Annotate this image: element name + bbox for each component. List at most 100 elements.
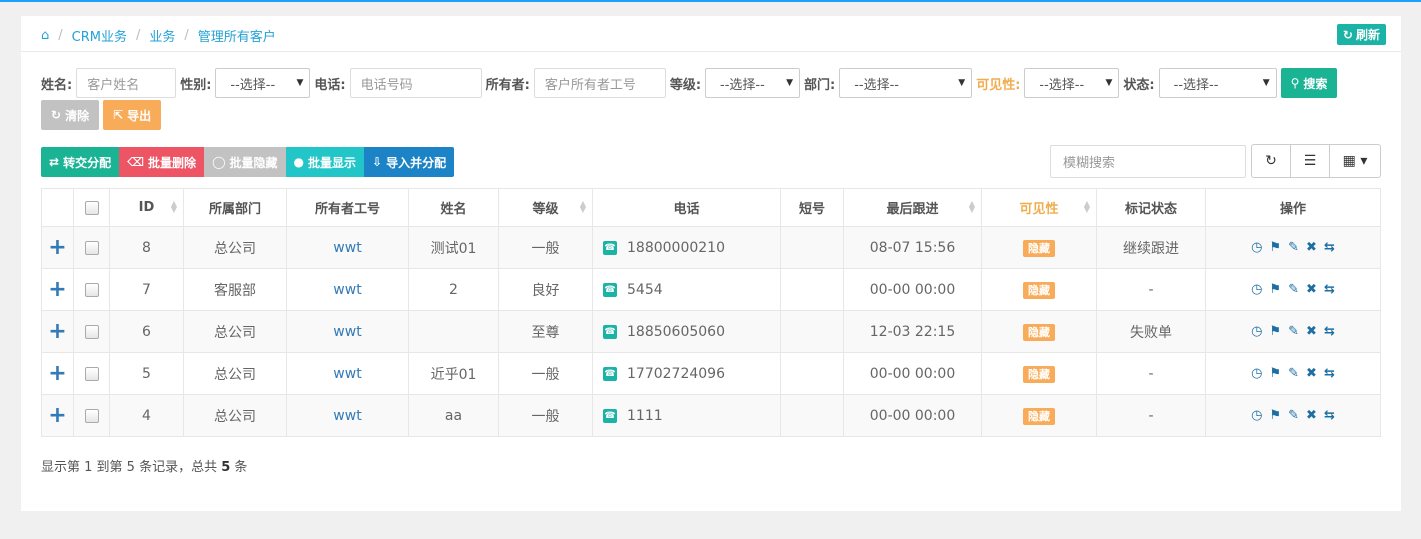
tag-icon[interactable]: ⚑ bbox=[1269, 324, 1281, 339]
sort-icon: ▲ ▼ bbox=[579, 199, 586, 214]
edit-icon[interactable]: ✎ bbox=[1288, 282, 1299, 297]
tag-icon[interactable]: ⚑ bbox=[1269, 366, 1281, 381]
columns-icon[interactable]: ▦ ▾ bbox=[1330, 145, 1380, 177]
col-dept: 所属部门 bbox=[183, 188, 287, 227]
sort-icon: ▲ ▼ bbox=[170, 199, 177, 214]
phone-label: 电话: bbox=[314, 77, 346, 93]
breadcrumb-crm[interactable]: CRM业务 bbox=[72, 26, 127, 45]
col-id[interactable]: ID ▲ ▼ bbox=[109, 188, 184, 227]
toggle-view-icon[interactable]: ☰ bbox=[1291, 145, 1330, 177]
transfer-icon[interactable]: ⇆ bbox=[1324, 408, 1335, 423]
shuffle-icon: ⇄ bbox=[49, 155, 60, 169]
phone-icon[interactable]: ☎ bbox=[603, 366, 617, 381]
cell-phone: 18800000210 bbox=[627, 239, 725, 256]
fuzzy-search-input[interactable]: 模糊搜索 bbox=[1050, 144, 1246, 178]
owner-link[interactable]: wwt bbox=[333, 240, 361, 256]
export-button[interactable]: ⇱ 导出 bbox=[103, 100, 162, 130]
visibility-badge[interactable]: 隐藏 bbox=[1023, 239, 1055, 257]
owner-link[interactable]: wwt bbox=[333, 408, 361, 424]
transfer-icon[interactable]: ⇆ bbox=[1324, 324, 1335, 339]
delete-icon[interactable]: ✖ bbox=[1306, 408, 1317, 423]
cell-id: 4 bbox=[109, 394, 184, 437]
transfer-icon[interactable]: ⇆ bbox=[1324, 240, 1335, 255]
cell-id: 7 bbox=[109, 268, 184, 311]
table-row: + 8 总公司 wwt 测试01 一般 ☎ 18800000210 08-07 1… bbox=[41, 226, 1381, 269]
chevron-down-icon: ▼ bbox=[786, 78, 794, 88]
select-all-checkbox[interactable] bbox=[84, 200, 99, 215]
import-icon: ⇩ bbox=[372, 155, 383, 169]
owner-link[interactable]: wwt bbox=[333, 366, 361, 382]
cell-name: aa bbox=[408, 394, 499, 437]
clock-icon[interactable]: ◷ bbox=[1251, 366, 1262, 381]
search-button[interactable]: ⚲ 搜索 bbox=[1280, 68, 1338, 98]
edit-icon[interactable]: ✎ bbox=[1288, 408, 1299, 423]
owner-input[interactable]: 客户所有者工号 bbox=[533, 68, 666, 98]
expand-icon[interactable]: + bbox=[48, 319, 66, 344]
visibility-badge[interactable]: 隐藏 bbox=[1023, 407, 1055, 425]
batch-hide-button[interactable]: ◯ 批量隐藏 bbox=[204, 147, 286, 177]
cell-phone: 17702724096 bbox=[627, 365, 725, 382]
home-icon[interactable]: ⌂ bbox=[41, 28, 49, 43]
edit-icon[interactable]: ✎ bbox=[1288, 324, 1299, 339]
row-checkbox[interactable] bbox=[84, 366, 99, 381]
clear-button[interactable]: ↻ 清除 bbox=[41, 100, 100, 130]
row-checkbox[interactable] bbox=[84, 324, 99, 339]
table-row: + 4 总公司 wwt aa 一般 ☎ 1111 00-00 00:00 隐藏 -… bbox=[41, 394, 1381, 437]
transfer-icon[interactable]: ⇆ bbox=[1324, 282, 1335, 297]
tag-icon[interactable]: ⚑ bbox=[1269, 408, 1281, 423]
edit-icon[interactable]: ✎ bbox=[1288, 366, 1299, 381]
clock-icon[interactable]: ◷ bbox=[1251, 324, 1262, 339]
expand-icon[interactable]: + bbox=[48, 277, 66, 302]
visibility-badge[interactable]: 隐藏 bbox=[1023, 281, 1055, 299]
transfer-icon[interactable]: ⇆ bbox=[1324, 366, 1335, 381]
row-checkbox[interactable] bbox=[84, 282, 99, 297]
visible-select[interactable]: --选择-- ▼ bbox=[1024, 68, 1120, 98]
delete-icon[interactable]: ✖ bbox=[1306, 282, 1317, 297]
phone-icon[interactable]: ☎ bbox=[603, 408, 617, 423]
customer-table: ID ▲ ▼ 所属部门 所有者工号 姓名 等级 ▲ ▼ 电话 短号 最后跟进 ▲ ▼ 可见性… bbox=[41, 188, 1381, 437]
clock-icon[interactable]: ◷ bbox=[1251, 240, 1262, 255]
row-checkbox[interactable] bbox=[84, 408, 99, 423]
batch-delete-button[interactable]: ⌫ 批量删除 bbox=[119, 147, 205, 177]
col-last-follow[interactable]: 最后跟进 ▲ ▼ bbox=[843, 188, 982, 227]
phone-icon[interactable]: ☎ bbox=[603, 324, 617, 339]
gender-select[interactable]: --选择-- ▼ bbox=[215, 68, 311, 98]
status-select[interactable]: --选择-- ▼ bbox=[1158, 68, 1277, 98]
expand-icon[interactable]: + bbox=[48, 235, 66, 260]
expand-icon[interactable]: + bbox=[48, 361, 66, 386]
dept-label: 部门: bbox=[804, 77, 836, 93]
clock-icon[interactable]: ◷ bbox=[1251, 408, 1262, 423]
col-visible[interactable]: 可见性 ▲ ▼ bbox=[981, 188, 1097, 227]
edit-icon[interactable]: ✎ bbox=[1288, 240, 1299, 255]
dept-select[interactable]: --选择-- ▼ bbox=[839, 68, 973, 98]
visibility-badge[interactable]: 隐藏 bbox=[1023, 365, 1055, 383]
cell-name: 近乎01 bbox=[408, 352, 499, 395]
tag-icon[interactable]: ⚑ bbox=[1269, 282, 1281, 297]
breadcrumb-business[interactable]: 业务 bbox=[149, 26, 175, 45]
delete-icon[interactable]: ✖ bbox=[1306, 366, 1317, 381]
clock-icon[interactable]: ◷ bbox=[1251, 282, 1262, 297]
visibility-badge[interactable]: 隐藏 bbox=[1023, 323, 1055, 341]
refresh-table-icon[interactable]: ↻ bbox=[1252, 145, 1291, 177]
breadcrumb-current[interactable]: 管理所有客户 bbox=[198, 26, 276, 45]
import-button[interactable]: ⇩ 导入并分配 bbox=[364, 147, 455, 177]
cell-status: 继续跟进 bbox=[1096, 226, 1206, 269]
delete-icon[interactable]: ✖ bbox=[1306, 324, 1317, 339]
tag-icon[interactable]: ⚑ bbox=[1269, 240, 1281, 255]
sort-icon: ▲ ▼ bbox=[968, 199, 975, 214]
cell-level: 一般 bbox=[498, 226, 593, 269]
phone-icon[interactable]: ☎ bbox=[603, 240, 617, 255]
level-select[interactable]: --选择-- ▼ bbox=[705, 68, 801, 98]
transfer-button[interactable]: ⇄ 转交分配 bbox=[41, 147, 120, 177]
owner-link[interactable]: wwt bbox=[333, 282, 361, 298]
name-input[interactable]: 客户姓名 bbox=[76, 68, 177, 98]
refresh-button[interactable]: ↻ 刷新 bbox=[1336, 24, 1386, 45]
expand-icon[interactable]: + bbox=[48, 403, 66, 428]
delete-icon[interactable]: ✖ bbox=[1306, 240, 1317, 255]
batch-show-button[interactable]: ● 批量显示 bbox=[285, 147, 365, 177]
owner-link[interactable]: wwt bbox=[333, 324, 361, 340]
col-level[interactable]: 等级 ▲ ▼ bbox=[498, 188, 593, 227]
row-checkbox[interactable] bbox=[84, 240, 99, 255]
phone-icon[interactable]: ☎ bbox=[603, 282, 617, 297]
phone-input[interactable]: 电话号码 bbox=[349, 68, 482, 98]
